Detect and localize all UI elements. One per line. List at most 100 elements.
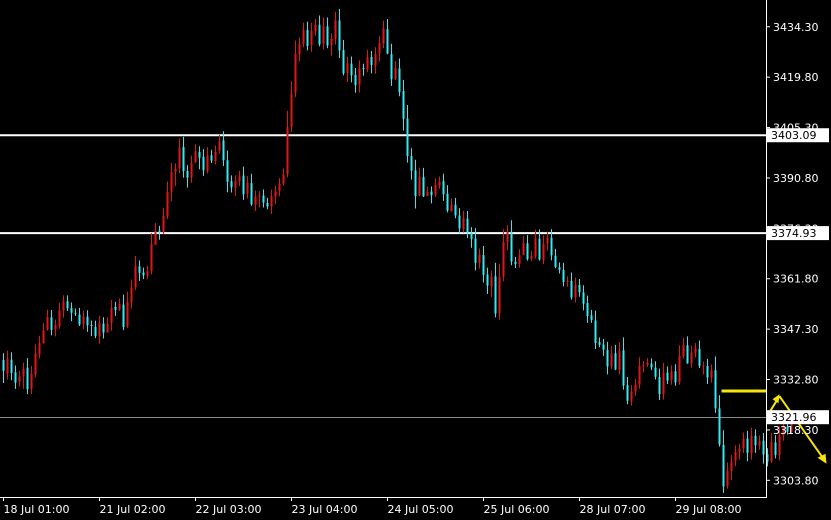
candle-body bbox=[698, 348, 701, 366]
candle-body bbox=[682, 345, 685, 357]
candle-body bbox=[526, 243, 529, 260]
candle-body bbox=[594, 320, 597, 344]
candle-body bbox=[2, 360, 5, 371]
price-chart[interactable]: 3434.303419.803405.303390.803376.303361.… bbox=[0, 0, 831, 520]
candle-body bbox=[486, 274, 489, 286]
candle-body bbox=[614, 353, 617, 370]
candle-body bbox=[590, 315, 593, 321]
candle-body bbox=[74, 312, 77, 314]
candle-body bbox=[186, 170, 189, 178]
candle-body bbox=[658, 377, 661, 395]
candle-body bbox=[382, 28, 385, 44]
candle-body bbox=[654, 367, 657, 377]
candle-body bbox=[646, 362, 649, 365]
candle-body bbox=[370, 56, 373, 65]
candle-body bbox=[94, 327, 97, 337]
current-price-tag-text: 3321.96 bbox=[771, 411, 817, 424]
candle-body bbox=[90, 324, 93, 327]
candle-body bbox=[234, 181, 237, 188]
candle-body bbox=[510, 231, 513, 262]
candle-body bbox=[198, 151, 201, 158]
candle-body bbox=[430, 191, 433, 196]
candle-body bbox=[26, 367, 29, 390]
candle-body bbox=[282, 174, 285, 184]
candle-body bbox=[138, 266, 141, 273]
candle-body bbox=[630, 391, 633, 402]
candle-body bbox=[566, 280, 569, 282]
y-tick-label: 3390.80 bbox=[773, 172, 819, 185]
candle-body bbox=[386, 29, 389, 54]
candle-body bbox=[694, 348, 697, 353]
candle-body bbox=[710, 370, 713, 378]
candle-body bbox=[490, 276, 493, 287]
candle-body bbox=[102, 323, 105, 333]
y-tick-label: 3347.30 bbox=[773, 323, 819, 336]
candle-body bbox=[434, 184, 437, 195]
candle-body bbox=[586, 303, 589, 316]
candle-body bbox=[762, 440, 765, 455]
candle-body bbox=[582, 292, 585, 304]
candle-body bbox=[166, 191, 169, 217]
candle-body bbox=[150, 243, 153, 271]
candle-body bbox=[546, 237, 549, 244]
candle-body bbox=[418, 176, 421, 196]
candle-body bbox=[134, 265, 137, 288]
candle-body bbox=[326, 26, 329, 46]
candle-body bbox=[518, 255, 521, 265]
candle-body bbox=[266, 202, 269, 207]
candle-body bbox=[338, 20, 341, 51]
candle-body bbox=[674, 371, 677, 383]
candle-body bbox=[354, 74, 357, 86]
candle-body bbox=[358, 68, 361, 85]
candle-body bbox=[714, 370, 717, 409]
candle-body bbox=[558, 267, 561, 270]
candle-body bbox=[318, 24, 321, 45]
candle-body bbox=[606, 349, 609, 367]
candle-body bbox=[610, 353, 613, 367]
candle-body bbox=[230, 181, 233, 188]
candle-body bbox=[126, 302, 129, 327]
level-price-tag-text: 3374.93 bbox=[771, 227, 817, 240]
candle-body bbox=[598, 342, 601, 345]
candle-body bbox=[618, 351, 621, 371]
candle-body bbox=[306, 29, 309, 46]
y-tick-label: 3361.80 bbox=[773, 273, 819, 286]
candle-body bbox=[274, 191, 277, 197]
candle-body bbox=[158, 230, 161, 232]
candle-body bbox=[538, 238, 541, 260]
y-tick-label: 3419.80 bbox=[773, 71, 819, 84]
candle-body bbox=[190, 163, 193, 178]
candle-body bbox=[494, 276, 497, 314]
candle-body bbox=[218, 141, 221, 151]
candle-body bbox=[634, 384, 637, 392]
candle-body bbox=[258, 195, 261, 198]
candle-body bbox=[746, 438, 749, 453]
candle-body bbox=[690, 352, 693, 364]
level-price-tag-text: 3403.09 bbox=[771, 129, 817, 142]
candle-body bbox=[662, 372, 665, 395]
candle-body bbox=[122, 304, 125, 328]
candle-body bbox=[342, 50, 345, 74]
candle-body bbox=[202, 156, 205, 171]
candle-body bbox=[778, 435, 781, 455]
candle-body bbox=[242, 175, 245, 195]
candle-body bbox=[118, 304, 121, 311]
candle-body bbox=[454, 204, 457, 216]
x-tick-label: 24 Jul 05:00 bbox=[388, 503, 454, 516]
candle-body bbox=[506, 231, 509, 243]
candle-body bbox=[34, 353, 37, 375]
candle-body bbox=[110, 307, 113, 323]
candle-body bbox=[758, 440, 761, 446]
candle-body bbox=[226, 160, 229, 182]
candle-body bbox=[570, 280, 573, 298]
candle-body bbox=[46, 316, 49, 330]
x-tick-label: 29 Jul 08:00 bbox=[676, 503, 742, 516]
candle-body bbox=[750, 436, 753, 454]
x-tick-label: 25 Jul 06:00 bbox=[484, 503, 550, 516]
candle-body bbox=[210, 155, 213, 161]
candle-body bbox=[50, 317, 53, 330]
candle-body bbox=[530, 255, 533, 259]
x-tick-label: 21 Jul 02:00 bbox=[100, 503, 166, 516]
candle-body bbox=[742, 438, 745, 449]
candle-body bbox=[174, 168, 177, 173]
